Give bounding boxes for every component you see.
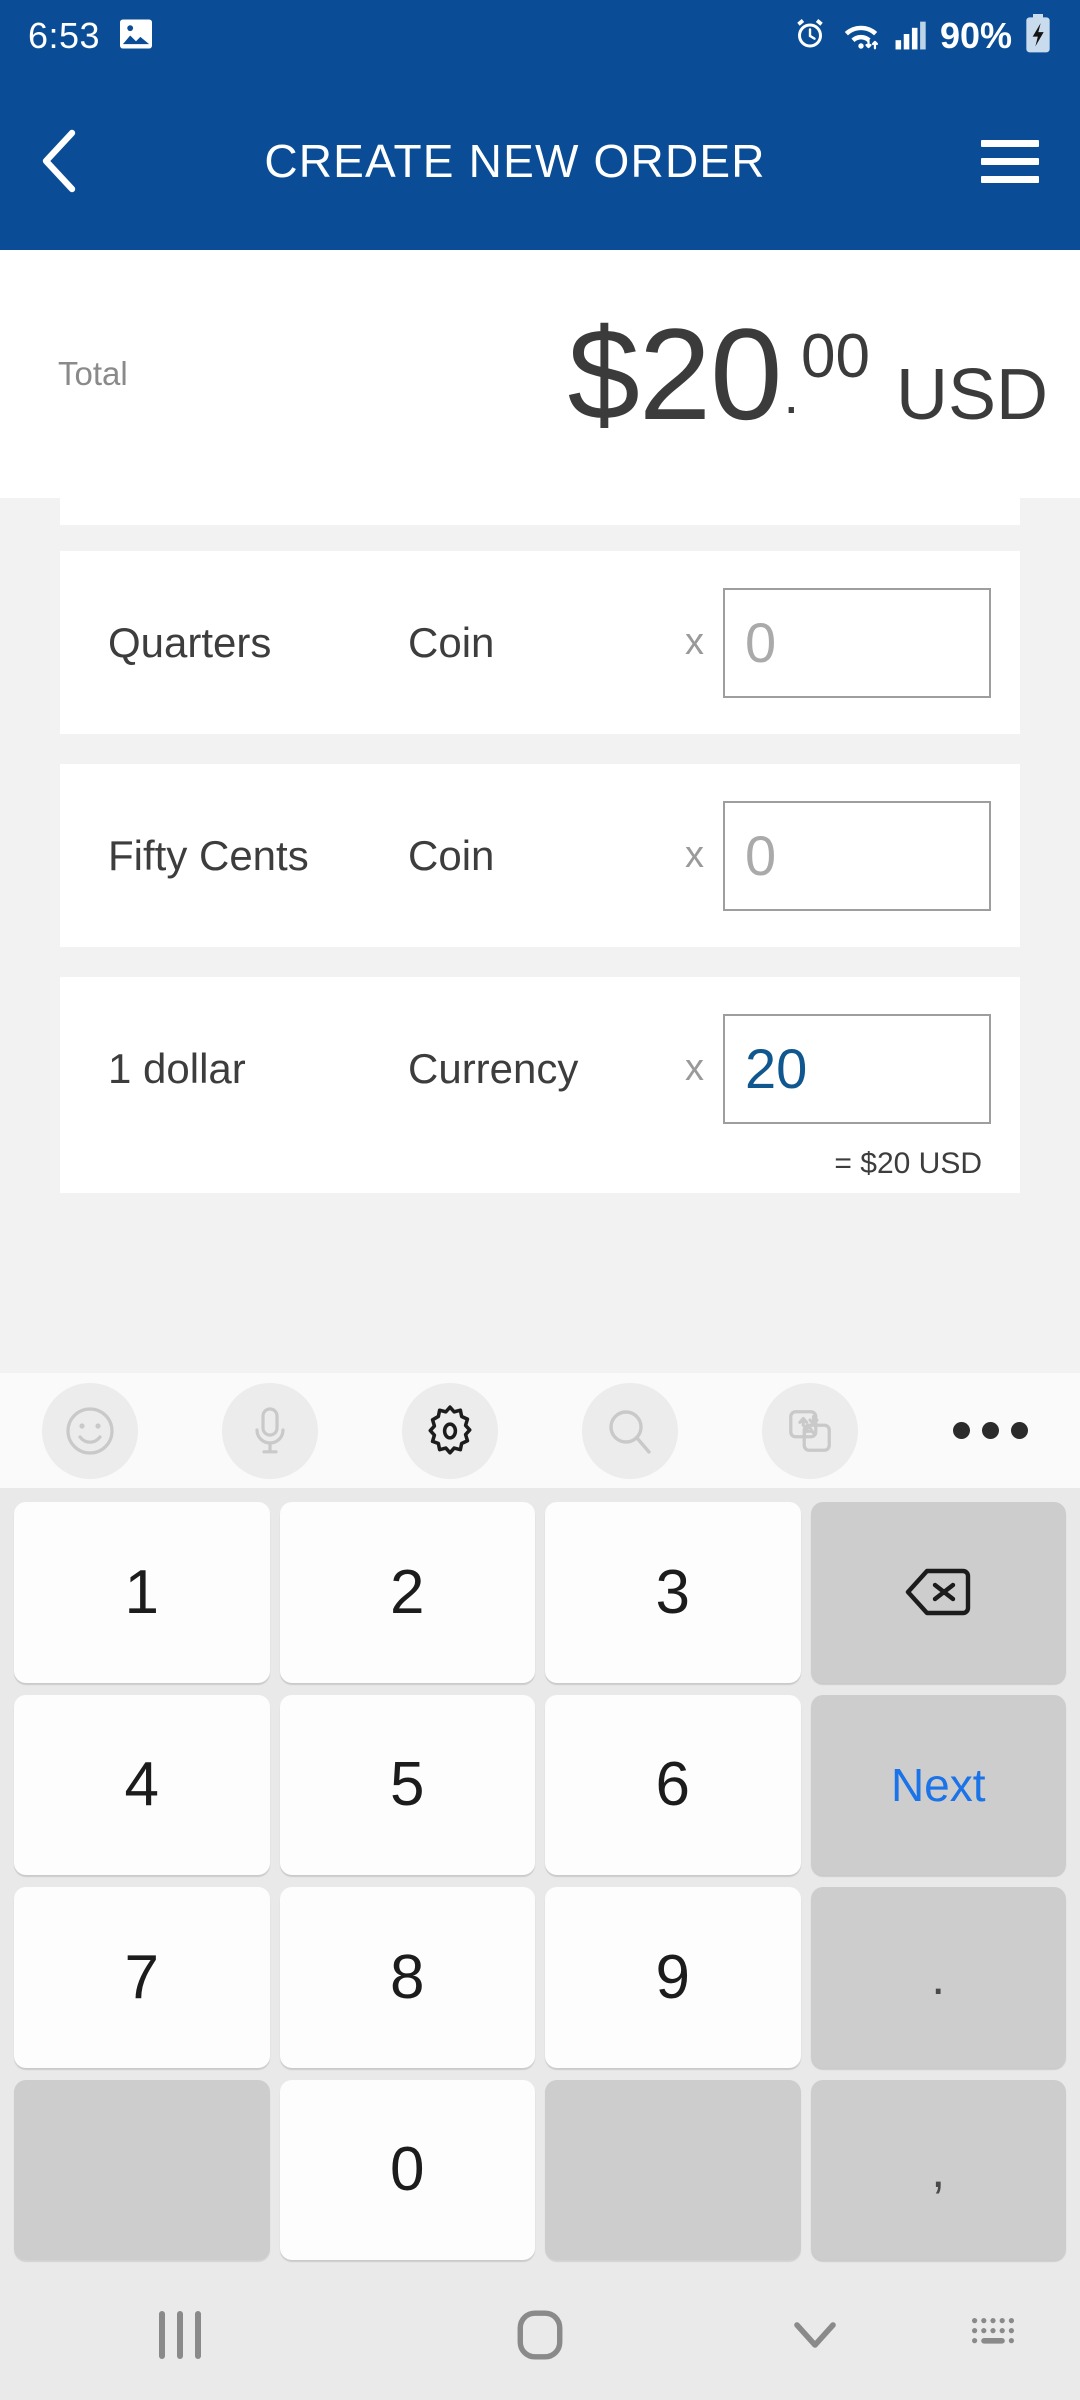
key-7[interactable]: 7: [14, 1887, 270, 2068]
next-key[interactable]: Next: [810, 1694, 1066, 1875]
total-amount-currency: USD: [895, 355, 1048, 435]
total-label: Total: [58, 355, 128, 392]
quantity-input[interactable]: 20: [723, 1013, 991, 1124]
quantity-input-placeholder: 0: [745, 823, 777, 887]
list-item-partial[interactable]: [60, 498, 1020, 525]
overflow-menu-icon: [952, 1422, 1028, 1439]
status-bar: 6:53 90%: [0, 0, 1080, 72]
multiply-symbol: x: [685, 1047, 704, 1089]
translate-button[interactable]: [720, 1382, 900, 1479]
quantity-input[interactable]: 0: [723, 587, 991, 698]
key-period[interactable]: .: [810, 1887, 1066, 2068]
screenshot-image-icon: [118, 18, 154, 55]
key-blank-right[interactable]: [545, 2079, 801, 2260]
hide-keyboard-chevron-down-icon: [794, 2322, 836, 2348]
emoji-button[interactable]: [0, 1382, 180, 1479]
denomination-label: 1 dollar: [108, 1044, 246, 1092]
home-button[interactable]: [360, 2308, 720, 2362]
app-bar: CREATE NEW ORDER: [0, 72, 1080, 250]
key-1[interactable]: 1: [14, 1502, 270, 1683]
translate-icon: [762, 1382, 858, 1479]
total-panel: Total $20 . 00 USD: [0, 250, 1080, 498]
keyboard-switch-icon: [972, 2318, 1014, 2344]
voice-input-button[interactable]: [180, 1382, 360, 1479]
key-6[interactable]: 6: [545, 1694, 801, 1875]
chevron-left-icon: [42, 129, 76, 193]
keyboard-search-button[interactable]: [540, 1382, 720, 1479]
total-amount-separator: .: [783, 362, 800, 425]
key-2[interactable]: 2: [279, 1502, 535, 1683]
home-icon: [517, 2310, 563, 2360]
key-comma[interactable]: ,: [810, 2079, 1066, 2260]
phone-screen: 6:53 90% CREATE NEW ORDER Total $20 . 00…: [0, 0, 1080, 2400]
total-amount: $20 . 00 USD: [568, 309, 1048, 439]
keyboard-overflow-button[interactable]: [900, 1422, 1080, 1439]
backspace-key[interactable]: [810, 1502, 1066, 1683]
conversion-label: = $20 USD: [834, 1147, 982, 1180]
alarm-icon: [792, 16, 828, 57]
numeric-keypad: 1 2 3 4 5 6 Next 7 8 9 . 0 ,: [0, 1488, 1080, 2270]
system-navigation-bar: [0, 2270, 1080, 2400]
key-blank-left[interactable]: [14, 2079, 270, 2260]
total-amount-whole: $20: [567, 301, 783, 447]
status-bar-clock: 6:53: [28, 15, 101, 56]
key-4[interactable]: 4: [14, 1694, 270, 1875]
search-icon: [582, 1382, 678, 1479]
keyboard-switch-button[interactable]: [910, 2316, 1080, 2354]
quantity-input-placeholder: 0: [745, 610, 777, 674]
key-5[interactable]: 5: [279, 1694, 535, 1875]
keyboard-toolbar: [0, 1373, 1080, 1488]
table-row[interactable]: 1 dollar Currency x 20 = $20 USD: [60, 977, 1020, 1193]
quantity-input[interactable]: 0: [723, 800, 991, 911]
multiply-symbol: x: [685, 621, 704, 663]
total-amount-cents: 00: [801, 322, 870, 391]
settings-gear-icon: [402, 1382, 498, 1479]
microphone-icon: [222, 1382, 318, 1479]
wifi-icon: [840, 16, 882, 57]
denomination-kind: Coin: [408, 618, 495, 666]
denomination-label: Fifty Cents: [108, 831, 309, 879]
hamburger-menu-button[interactable]: [940, 72, 1080, 250]
table-row[interactable]: Fifty Cents Coin x 0: [60, 764, 1020, 947]
recents-icon: [159, 2311, 201, 2359]
battery-percent-label: 90%: [939, 15, 1012, 56]
multiply-symbol: x: [685, 834, 704, 876]
keyboard-settings-button[interactable]: [360, 1382, 540, 1479]
page-title: CREATE NEW ORDER: [264, 135, 766, 187]
denomination-label: Quarters: [108, 618, 272, 666]
battery-charging-icon: [1024, 13, 1052, 59]
key-8[interactable]: 8: [279, 1887, 535, 2068]
status-bar-right: 90%: [792, 13, 1052, 59]
key-9[interactable]: 9: [545, 1887, 801, 2068]
key-0[interactable]: 0: [279, 2079, 535, 2260]
recents-button[interactable]: [0, 2311, 360, 2359]
signal-icon: [894, 17, 928, 56]
backspace-icon: [906, 1569, 971, 1616]
key-3[interactable]: 3: [545, 1502, 801, 1683]
hide-keyboard-button[interactable]: [720, 2315, 910, 2355]
denomination-kind: Currency: [408, 1044, 579, 1092]
table-row[interactable]: Quarters Coin x 0: [60, 551, 1020, 734]
denomination-kind: Coin: [408, 831, 495, 879]
quantity-input-value: 20: [745, 1036, 808, 1100]
hamburger-menu-icon: [981, 129, 1039, 194]
status-bar-left: 6:53: [28, 15, 154, 57]
denomination-list[interactable]: Quarters Coin x 0 Fifty Cents Coin x 0 1…: [0, 498, 1080, 1373]
emoji-smiley-icon: [42, 1382, 138, 1479]
